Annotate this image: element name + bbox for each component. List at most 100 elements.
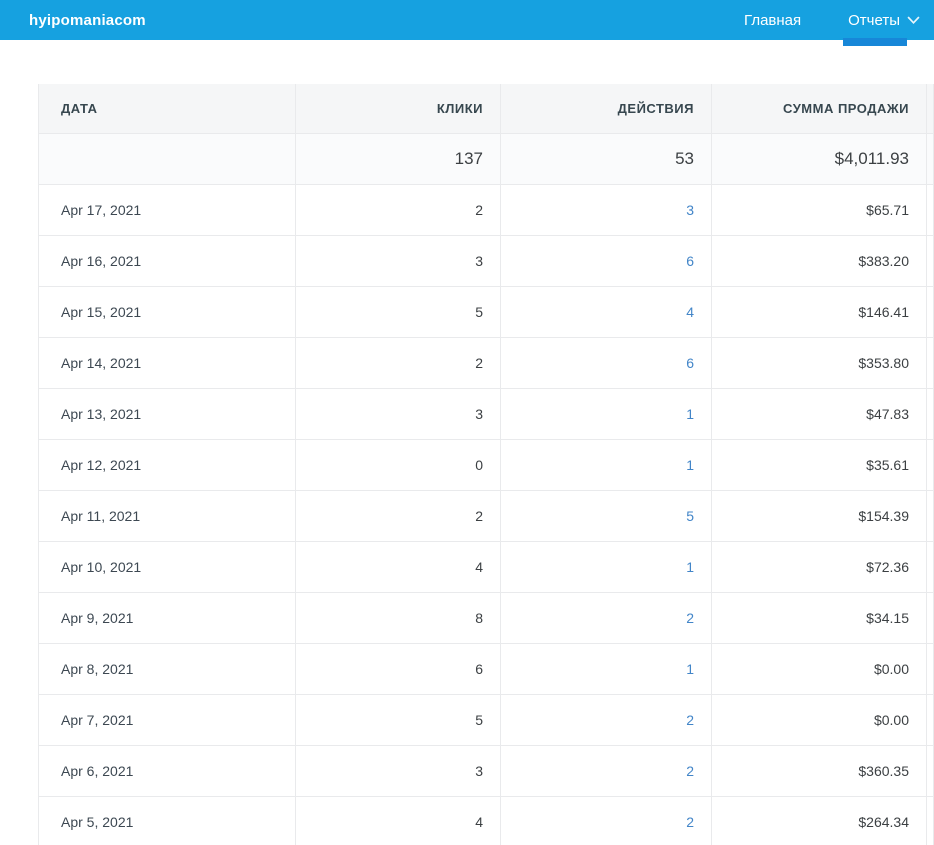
actions-link[interactable]: 5 bbox=[686, 508, 694, 524]
sales-cell: $154.39 bbox=[712, 490, 927, 541]
date-cell: Apr 13, 2021 bbox=[39, 388, 296, 439]
table-row: Apr 7, 2021 5 2 $0.00 bbox=[39, 694, 934, 745]
table-header: ДАТА КЛИКИ ДЕЙСТВИЯ СУММА ПРОДАЖИ bbox=[39, 84, 934, 133]
extra-cell bbox=[927, 643, 934, 694]
extra-cell bbox=[927, 337, 934, 388]
actions-cell: 4 bbox=[501, 286, 712, 337]
clicks-cell: 3 bbox=[296, 388, 501, 439]
actions-link[interactable]: 2 bbox=[686, 814, 694, 830]
extra-cell bbox=[927, 286, 934, 337]
actions-cell: 1 bbox=[501, 643, 712, 694]
actions-link[interactable]: 6 bbox=[686, 253, 694, 269]
actions-cell: 1 bbox=[501, 388, 712, 439]
sales-cell: $65.71 bbox=[712, 184, 927, 235]
table-row: Apr 17, 2021 2 3 $65.71 bbox=[39, 184, 934, 235]
column-header-date: ДАТА bbox=[39, 84, 296, 133]
date-cell: Apr 14, 2021 bbox=[39, 337, 296, 388]
actions-cell: 5 bbox=[501, 490, 712, 541]
brand-link[interactable]: hyipomaniacom bbox=[29, 12, 146, 29]
date-cell: Apr 6, 2021 bbox=[39, 745, 296, 796]
summary-actions-cell: 53 bbox=[501, 133, 712, 184]
sales-cell: $35.61 bbox=[712, 439, 927, 490]
extra-cell bbox=[927, 388, 934, 439]
actions-link[interactable]: 1 bbox=[686, 559, 694, 575]
actions-link[interactable]: 3 bbox=[686, 202, 694, 218]
date-cell: Apr 16, 2021 bbox=[39, 235, 296, 286]
sales-cell: $360.35 bbox=[712, 745, 927, 796]
report-table: ДАТА КЛИКИ ДЕЙСТВИЯ СУММА ПРОДАЖИ 137 53… bbox=[38, 84, 934, 845]
column-header-sales: СУММА ПРОДАЖИ bbox=[712, 84, 927, 133]
table-row: Apr 15, 2021 5 4 $146.41 bbox=[39, 286, 934, 337]
column-header-extra bbox=[927, 84, 934, 133]
extra-cell bbox=[927, 235, 934, 286]
date-cell: Apr 15, 2021 bbox=[39, 286, 296, 337]
table-row: Apr 9, 2021 8 2 $34.15 bbox=[39, 592, 934, 643]
sales-cell: $72.36 bbox=[712, 541, 927, 592]
summary-sales-cell: $4,011.93 bbox=[712, 133, 927, 184]
date-cell: Apr 9, 2021 bbox=[39, 592, 296, 643]
summary-extra-cell bbox=[927, 133, 934, 184]
appbar: hyipomaniacom Главная Отчеты bbox=[0, 0, 934, 40]
table-row: Apr 5, 2021 4 2 $264.34 bbox=[39, 796, 934, 845]
actions-cell: 2 bbox=[501, 796, 712, 845]
sales-cell: $383.20 bbox=[712, 235, 927, 286]
clicks-cell: 3 bbox=[296, 235, 501, 286]
table-row: Apr 10, 2021 4 1 $72.36 bbox=[39, 541, 934, 592]
clicks-cell: 2 bbox=[296, 337, 501, 388]
clicks-cell: 2 bbox=[296, 490, 501, 541]
actions-cell: 1 bbox=[501, 439, 712, 490]
clicks-cell: 0 bbox=[296, 439, 501, 490]
nav-item-home[interactable]: Главная bbox=[738, 0, 807, 40]
actions-cell: 2 bbox=[501, 694, 712, 745]
actions-link[interactable]: 4 bbox=[686, 304, 694, 320]
sales-cell: $353.80 bbox=[712, 337, 927, 388]
actions-link[interactable]: 2 bbox=[686, 610, 694, 626]
table-body: Apr 17, 2021 2 3 $65.71 Apr 16, 2021 3 6… bbox=[39, 184, 934, 845]
extra-cell bbox=[927, 439, 934, 490]
clicks-cell: 4 bbox=[296, 796, 501, 845]
sales-cell: $47.83 bbox=[712, 388, 927, 439]
column-header-clicks: КЛИКИ bbox=[296, 84, 501, 133]
nav-item-reports[interactable]: Отчеты bbox=[842, 0, 926, 40]
summary-row: 137 53 $4,011.93 bbox=[39, 133, 934, 184]
date-cell: Apr 17, 2021 bbox=[39, 184, 296, 235]
extra-cell bbox=[927, 184, 934, 235]
actions-link[interactable]: 6 bbox=[686, 355, 694, 371]
sales-cell: $0.00 bbox=[712, 694, 927, 745]
date-cell: Apr 12, 2021 bbox=[39, 439, 296, 490]
actions-cell: 2 bbox=[501, 745, 712, 796]
clicks-cell: 5 bbox=[296, 286, 501, 337]
table-row: Apr 16, 2021 3 6 $383.20 bbox=[39, 235, 934, 286]
date-cell: Apr 11, 2021 bbox=[39, 490, 296, 541]
extra-cell bbox=[927, 490, 934, 541]
chevron-down-icon bbox=[907, 16, 920, 25]
clicks-cell: 6 bbox=[296, 643, 501, 694]
actions-link[interactable]: 1 bbox=[686, 406, 694, 422]
nav-item-reports-label: Отчеты bbox=[848, 12, 900, 29]
report-page: ДАТА КЛИКИ ДЕЙСТВИЯ СУММА ПРОДАЖИ 137 53… bbox=[0, 40, 934, 845]
table-row: Apr 11, 2021 2 5 $154.39 bbox=[39, 490, 934, 541]
active-tab-indicator bbox=[843, 38, 907, 46]
actions-cell: 1 bbox=[501, 541, 712, 592]
actions-link[interactable]: 1 bbox=[686, 457, 694, 473]
clicks-cell: 8 bbox=[296, 592, 501, 643]
summary-date-cell bbox=[39, 133, 296, 184]
date-cell: Apr 10, 2021 bbox=[39, 541, 296, 592]
extra-cell bbox=[927, 745, 934, 796]
actions-link[interactable]: 2 bbox=[686, 763, 694, 779]
actions-link[interactable]: 1 bbox=[686, 661, 694, 677]
table-row: Apr 6, 2021 3 2 $360.35 bbox=[39, 745, 934, 796]
extra-cell bbox=[927, 796, 934, 845]
sales-cell: $264.34 bbox=[712, 796, 927, 845]
clicks-cell: 2 bbox=[296, 184, 501, 235]
clicks-cell: 3 bbox=[296, 745, 501, 796]
sales-cell: $146.41 bbox=[712, 286, 927, 337]
extra-cell bbox=[927, 592, 934, 643]
sales-cell: $34.15 bbox=[712, 592, 927, 643]
main-nav: Главная Отчеты bbox=[703, 0, 926, 40]
table-row: Apr 14, 2021 2 6 $353.80 bbox=[39, 337, 934, 388]
table-row: Apr 13, 2021 3 1 $47.83 bbox=[39, 388, 934, 439]
actions-link[interactable]: 2 bbox=[686, 712, 694, 728]
sales-cell: $0.00 bbox=[712, 643, 927, 694]
date-cell: Apr 7, 2021 bbox=[39, 694, 296, 745]
